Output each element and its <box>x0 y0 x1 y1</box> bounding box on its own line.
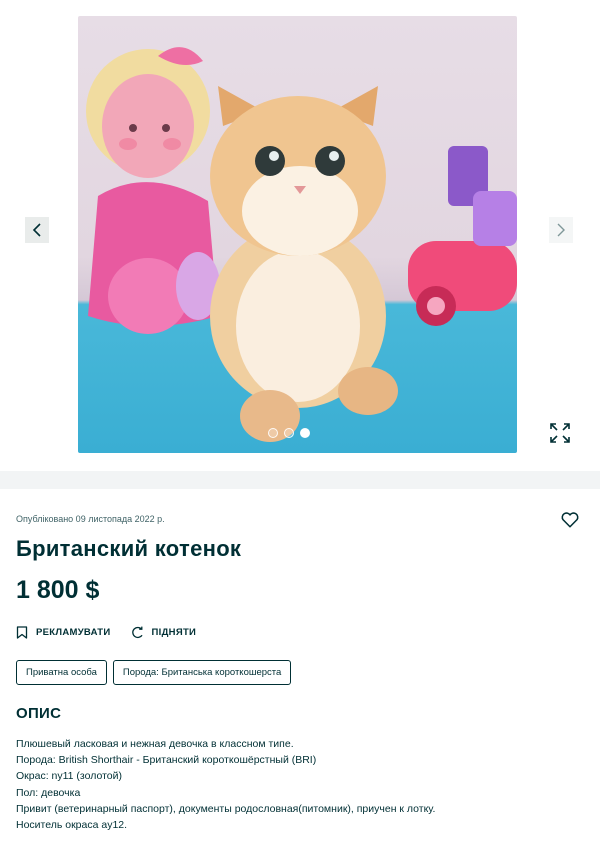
listing-title: Британский котенок <box>16 536 242 561</box>
gallery-pagination <box>268 428 310 438</box>
listing-price: 1 800 $ <box>16 576 100 604</box>
listing-card: Опубліковано 09 листопада 2022 р. Британ… <box>0 489 600 845</box>
description-line: Привит (ветеринарный паспорт), документы… <box>16 802 436 815</box>
listing-tags: Приватна особа Порода: Британська коротк… <box>16 660 292 685</box>
pagination-dot[interactable] <box>268 428 278 438</box>
description-line: Носитель окраса ay12. <box>16 819 128 832</box>
raise-button[interactable]: ПІДНЯТИ <box>131 626 197 639</box>
gallery-next-button[interactable] <box>549 217 573 243</box>
heart-icon[interactable] <box>561 511 579 529</box>
tag-seller-type[interactable]: Приватна особа <box>16 660 107 685</box>
description-line: Окрас: ny11 (золотой) <box>16 770 122 783</box>
refresh-icon <box>131 626 143 639</box>
description-line: Плюшевый ласковая и нежная девочка в кла… <box>16 738 294 750</box>
pagination-dot-active[interactable] <box>300 428 310 438</box>
listing-actions: РЕКЛАМУВАТИ ПІДНЯТИ <box>16 626 196 639</box>
published-date: Опубліковано 09 листопада 2022 р. <box>16 514 165 524</box>
tag-breed[interactable]: Порода: Британська короткошерста <box>112 660 292 685</box>
gallery-prev-button[interactable] <box>25 217 49 243</box>
promote-label: РЕКЛАМУВАТИ <box>36 627 111 638</box>
expand-icon[interactable] <box>549 422 571 444</box>
kitten-photo-illustration <box>86 47 517 442</box>
raise-label: ПІДНЯТИ <box>151 627 197 638</box>
chevron-left-icon <box>32 223 41 237</box>
photo-gallery <box>0 0 600 471</box>
bookmark-icon <box>16 626 28 639</box>
description-line: Пол: девочка <box>16 786 81 799</box>
pagination-dot[interactable] <box>284 428 294 438</box>
listing-photo[interactable] <box>78 16 517 453</box>
description-line: Порода: British Shorthair - Британский к… <box>16 754 317 767</box>
description-text: Плюшевый ласковая и нежная девочка в кла… <box>16 736 576 833</box>
description-title: ОПИС <box>16 705 62 722</box>
chevron-right-icon <box>557 223 565 237</box>
promote-button[interactable]: РЕКЛАМУВАТИ <box>16 626 111 639</box>
